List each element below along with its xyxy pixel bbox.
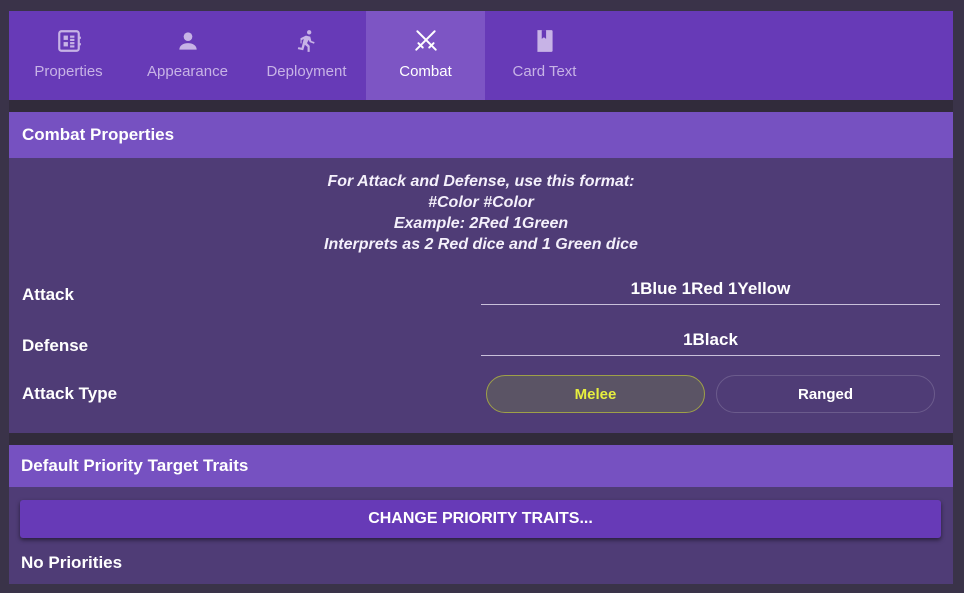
- tab-label: Appearance: [147, 63, 228, 80]
- divider: [9, 433, 953, 445]
- instruction-line: #Color #Color: [428, 194, 534, 211]
- melee-toggle[interactable]: Melee: [486, 375, 705, 413]
- instruction-line: For Attack and Defense, use this format:: [327, 173, 635, 190]
- attack-type-row: Attack Type Melee Ranged: [9, 375, 953, 415]
- person-icon: [175, 28, 201, 54]
- panel-title: Default Priority Target Traits: [9, 445, 953, 487]
- running-icon: [294, 28, 320, 54]
- tab-properties[interactable]: Properties: [9, 11, 128, 100]
- window-edge: [953, 0, 964, 593]
- properties-icon: [56, 28, 82, 54]
- tab-label: Combat: [399, 63, 452, 80]
- ranged-toggle[interactable]: Ranged: [716, 375, 935, 413]
- crossed-swords-icon: [413, 28, 439, 54]
- attack-type-label: Attack Type: [22, 384, 118, 403]
- format-instructions: For Attack and Defense, use this format:…: [9, 158, 953, 255]
- defense-row: Defense: [9, 325, 953, 365]
- tab-appearance[interactable]: Appearance: [128, 11, 247, 100]
- change-priority-traits-button[interactable]: CHANGE PRIORITY TRAITS...: [20, 500, 941, 538]
- editor-root: Properties Appearance Deployment Combat …: [9, 0, 953, 593]
- panel-title: Combat Properties: [9, 112, 953, 158]
- instruction-line: Example: 2Red 1Green: [393, 215, 569, 232]
- priority-traits-panel: Default Priority Target Traits CHANGE PR…: [9, 445, 953, 584]
- defense-input[interactable]: [481, 325, 940, 356]
- tab-card-text[interactable]: Card Text: [485, 11, 604, 100]
- tab-label: Card Text: [512, 63, 577, 80]
- tab-deployment[interactable]: Deployment: [247, 11, 366, 100]
- tab-label: Properties: [34, 63, 103, 80]
- instruction-line: Interprets as 2 Red dice and 1 Green dic…: [324, 236, 638, 253]
- defense-label: Defense: [22, 336, 89, 355]
- attack-row: Attack: [9, 274, 953, 314]
- divider: [9, 100, 953, 112]
- combat-properties-panel: Combat Properties For Attack and Defense…: [9, 112, 953, 433]
- attack-label: Attack: [22, 285, 74, 304]
- priority-status: No Priorities: [21, 553, 123, 572]
- book-icon: [532, 28, 558, 54]
- tab-label: Deployment: [266, 63, 347, 80]
- tab-bar: Properties Appearance Deployment Combat …: [9, 11, 953, 100]
- tab-combat[interactable]: Combat: [366, 11, 485, 100]
- attack-input[interactable]: [481, 274, 940, 305]
